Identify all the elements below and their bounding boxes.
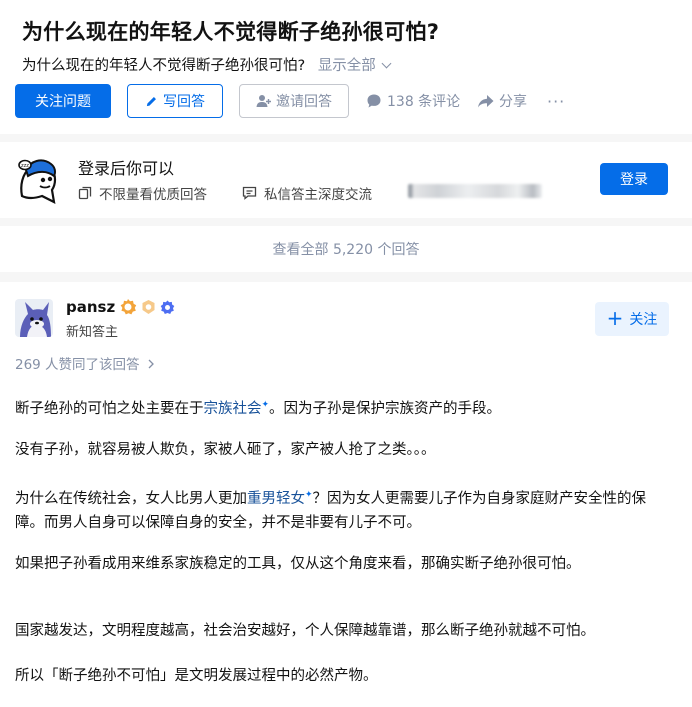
mascot-icon: zzz: [18, 159, 57, 204]
answer-paragraph-4: 如果把子孙看成用来维系家族稳定的工具，仅从这个角度来看，那确实断子绝孙很可怕。: [15, 556, 581, 572]
question-header: 为什么现在的年轻人不觉得断子绝孙很可怕? 为什么现在的年轻人不觉得断子绝孙很可怕…: [0, 0, 692, 134]
p1-text-a: 断子绝孙的可怕之处主要在于: [15, 400, 204, 417]
gold-badge-icon: [120, 299, 137, 315]
p1-text-b: 。因为子孙是保护宗族资产的手段。: [269, 400, 502, 417]
show-all-link[interactable]: 显示全部: [318, 58, 376, 74]
question-title: 为什么现在的年轻人不觉得断子绝孙很可怕?: [22, 20, 440, 44]
chevron-down-icon[interactable]: [381, 58, 392, 69]
share-label: 分享: [499, 94, 527, 110]
answer-paragraph-6: 所以「断子绝孙不可怕」是文明发展过程中的必然产物。: [15, 668, 378, 684]
invite-answer-label: 邀请回答: [276, 94, 332, 110]
p3-text-a: 为什么在传统社会，女人比男人更加: [15, 490, 247, 507]
message-icon: [242, 186, 257, 200]
level-badge-icon: [142, 300, 155, 314]
blurred-feature: [408, 184, 542, 198]
share-arrow-icon: [478, 94, 494, 107]
feature-2-text: 私信答主深度交流: [264, 187, 372, 203]
votes-summary[interactable]: 269 人赞同了该回答: [15, 353, 155, 373]
write-answer-label: 写回答: [163, 94, 205, 110]
feature-unlimited-answers: 不限量看优质回答: [78, 183, 207, 203]
sparkle-icon: ✦: [261, 400, 270, 410]
plus-icon: +: [606, 306, 624, 330]
pen-icon: [146, 96, 156, 106]
chevron-right-icon: [148, 359, 154, 369]
author-subtitle: 新知答主: [66, 325, 119, 340]
answer-paragraph-2: 没有子孙，就容易被人欺负，家被人砸了，家产被人抢了之类。。。: [15, 442, 436, 458]
more-actions-button[interactable]: ···: [547, 84, 565, 118]
invite-answer-button[interactable]: 邀请回答: [239, 84, 349, 118]
follow-question-label: 关注问题: [35, 94, 91, 110]
follow-question-button[interactable]: 关注问题: [15, 84, 111, 118]
login-prompt-card: zzz 登录后你可以 不限量看优质回答 私信答主深度交流 登录: [0, 142, 692, 218]
write-answer-button[interactable]: 写回答: [127, 84, 223, 118]
invite-user-icon: [256, 95, 271, 107]
question-description: 为什么现在的年轻人不觉得断子绝孙很可怕? 显示全部: [22, 54, 392, 75]
feature-1-text: 不限量看优质回答: [99, 187, 207, 203]
answer-paragraph-3: 为什么在传统社会，女人比男人更加重男轻女✦？因为女人更需要儿子作为自身家庭财产安…: [15, 483, 675, 535]
copy-icon: [78, 186, 92, 200]
login-button[interactable]: 登录: [600, 163, 668, 195]
question-description-text: 为什么现在的年轻人不觉得断子绝孙很可怕?: [22, 58, 306, 74]
answer-card: pansz 新知答主 + 关注 269 人赞同了该回答 断子绝孙的可怕之处主要在…: [0, 282, 692, 707]
author-avatar[interactable]: [15, 299, 53, 337]
svg-text:zzz: zzz: [21, 163, 29, 169]
link-zhongnan-qingnv[interactable]: 重男轻女: [247, 491, 305, 507]
comments-button[interactable]: 138 条评论: [366, 84, 460, 118]
votes-text: 269 人赞同了该回答: [15, 357, 140, 373]
answer-paragraph-1: 断子绝孙的可怕之处主要在于宗族社会✦。因为子孙是保护宗族资产的手段。: [15, 393, 675, 421]
answer-paragraph-5: 国家越发达，文明程度越高，社会治安越好，个人保障越靠谱，那么断子绝孙就越不可怕。: [15, 623, 595, 639]
verified-gear-icon: [160, 300, 175, 314]
comment-bubble-icon: [367, 94, 381, 108]
link-zongzu-shehui[interactable]: 宗族社会: [204, 401, 262, 417]
follow-author-button[interactable]: + 关注: [595, 302, 669, 336]
view-all-answers-button[interactable]: 查看全部 5,220 个回答: [0, 226, 692, 272]
follow-author-label: 关注: [629, 312, 658, 328]
comments-count: 138 条评论: [387, 94, 461, 110]
feature-private-message: 私信答主深度交流: [242, 183, 372, 203]
share-button[interactable]: 分享: [477, 84, 527, 118]
author-name[interactable]: pansz: [66, 298, 115, 316]
author-line: pansz: [66, 298, 175, 316]
sparkle-icon: ✦: [305, 490, 313, 500]
login-prompt-title: 登录后你可以: [78, 159, 175, 178]
